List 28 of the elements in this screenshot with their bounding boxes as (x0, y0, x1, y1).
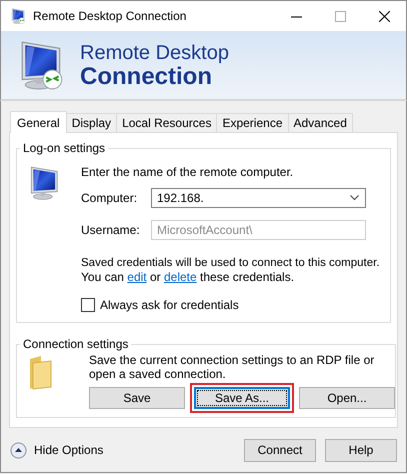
hide-options-link[interactable]: Hide Options (34, 443, 104, 457)
open-button[interactable]: Open... (299, 387, 395, 409)
save-as-button[interactable]: Save As... (194, 387, 290, 409)
tab[interactable]: Display (66, 113, 118, 132)
tab[interactable]: General (10, 111, 67, 133)
credentials-link[interactable]: delete (164, 270, 197, 284)
help-button[interactable]: Help (325, 438, 397, 462)
field-label: Username: (81, 223, 141, 237)
credentials-note: You can edit or delete these credentials. (81, 270, 296, 284)
credentials-link[interactable]: edit (127, 270, 147, 284)
group-title: Connection settings (22, 337, 130, 351)
prompt-text: Enter the name of the remote computer. (81, 165, 294, 179)
banner-title: Remote Desktop (80, 42, 229, 65)
field-label: Computer: (81, 191, 138, 205)
description-text: Save the current connection settings to an RDP file or open a saved connection. (89, 353, 376, 381)
app-icon (10, 8, 27, 24)
folder-icon (27, 355, 53, 391)
tab[interactable]: Advanced (288, 113, 353, 132)
tab[interactable]: Experience (216, 113, 288, 132)
always-ask-checkbox[interactable]: Always ask for credentials (81, 298, 380, 312)
group-title: Log-on settings (22, 141, 106, 155)
credentials-note: Saved credentials will be used to connect to this computer. (81, 257, 380, 269)
collapse-icon[interactable] (10, 442, 27, 458)
save-button[interactable]: Save (89, 387, 185, 409)
connect-button[interactable]: Connect (244, 438, 316, 462)
banner-title: Connection (80, 65, 212, 88)
computer-field[interactable]: 192.168. (151, 188, 366, 208)
window-title: Remote Desktop Connection (33, 9, 186, 23)
